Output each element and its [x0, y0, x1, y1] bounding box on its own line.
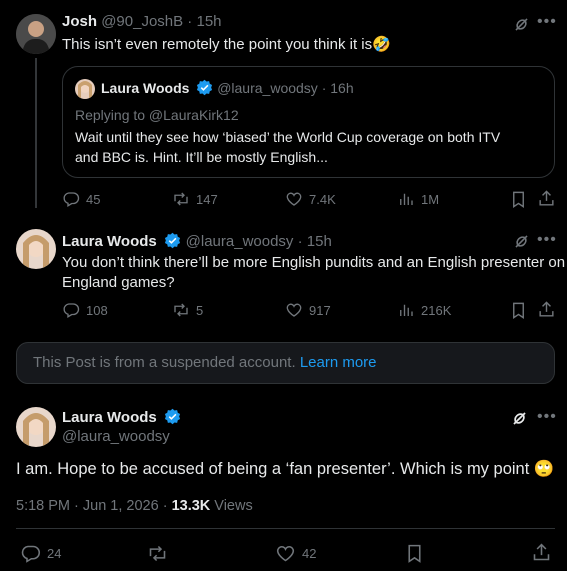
reply-icon	[63, 192, 80, 207]
heart-icon	[286, 192, 302, 206]
grok-icon[interactable]	[510, 409, 529, 433]
views-icon	[400, 304, 413, 316]
author-handle[interactable]: @laura_woodsy	[62, 428, 170, 445]
repost-button[interactable]: 147	[172, 190, 218, 208]
repost-icon	[149, 545, 166, 562]
tweet1-text: This isn’t even remotely the point you t…	[62, 36, 391, 53]
more-icon[interactable]: •••	[537, 13, 557, 31]
grok-icon[interactable]	[512, 15, 531, 39]
tweet2-text-line-1: You don’t think there’ll be more English…	[62, 254, 566, 271]
quoted-text-line-2: and BBC is. Hint. It’ll be mostly Englis…	[75, 149, 328, 165]
views-button[interactable]: 216K	[397, 301, 451, 319]
reply-icon	[21, 545, 41, 563]
quoted-author-name: Laura Woods	[101, 80, 190, 96]
bookmark-icon[interactable]	[509, 301, 528, 325]
like-button[interactable]: 7.4K	[285, 190, 336, 208]
avatar-josh[interactable]	[16, 14, 56, 54]
views-count: 13.3K	[171, 498, 211, 514]
bookmark-icon[interactable]	[509, 190, 528, 214]
post-meta: 5:18 PM · Jun 1, 2026 · 13.3K Views	[16, 498, 253, 514]
main-author-name-row: Laura Woods	[62, 408, 181, 427]
bookmark-icon[interactable]	[404, 543, 425, 569]
more-icon[interactable]: •••	[537, 231, 557, 249]
author-handle[interactable]: @laura_woodsy	[186, 233, 294, 250]
tweet2-text-line-2: England games?	[62, 274, 175, 291]
share-icon[interactable]	[531, 542, 552, 568]
avatar-laura-main[interactable]	[16, 407, 56, 447]
tweet2-header: Laura Woods @laura_woodsy · 15h	[62, 232, 332, 250]
verified-badge-icon	[165, 408, 181, 425]
repost-button[interactable]: 5	[172, 301, 203, 319]
divider	[16, 528, 555, 529]
author-name[interactable]: Laura Woods	[62, 233, 157, 250]
verified-badge-icon	[165, 232, 181, 249]
views-button[interactable]: 1M	[397, 190, 439, 208]
post-datetime[interactable]: 5:18 PM · Jun 1, 2026 ·	[16, 498, 172, 514]
quoted-text-line-1: Wait until they see how ‘biased’ the Wor…	[75, 129, 501, 145]
views-label: Views	[210, 498, 253, 514]
repost-icon	[174, 192, 188, 206]
replying-to: Replying to @LauraKirk12	[75, 107, 239, 123]
emoji: 🤣	[372, 36, 391, 53]
share-icon[interactable]	[537, 189, 556, 213]
heart-icon	[286, 303, 302, 317]
quoted-author-handle: @laura_woodsy	[217, 80, 318, 96]
more-icon[interactable]: •••	[537, 408, 557, 426]
quoted-post-time: 16h	[330, 80, 354, 96]
post-time[interactable]: 15h	[196, 13, 221, 30]
suspended-notice: This Post is from a suspended account. L…	[16, 342, 555, 384]
thread-line	[35, 58, 37, 208]
post-time[interactable]: 15h	[307, 233, 332, 250]
reply-button[interactable]: 108	[62, 301, 108, 319]
main-post-text: I am. Hope to be accused of being a ‘fan…	[16, 460, 555, 478]
verified-badge-icon	[197, 79, 213, 96]
reply-button[interactable]: 24	[20, 543, 61, 564]
tweet1-header: Josh @90_JoshB · 15h	[62, 13, 222, 30]
quoted-post[interactable]: Laura Woods @laura_woodsy · 16h Replying…	[62, 66, 555, 178]
reply-icon	[63, 303, 80, 318]
repost-button[interactable]	[147, 543, 168, 564]
avatar-laura[interactable]	[16, 229, 56, 269]
author-name[interactable]: Josh	[62, 13, 97, 30]
reply-button[interactable]: 45	[62, 190, 100, 208]
views-icon	[400, 193, 413, 205]
like-button[interactable]: 42	[275, 543, 316, 564]
author-handle[interactable]: @90_JoshB	[101, 13, 183, 30]
learn-more-link[interactable]: Learn more	[300, 354, 377, 371]
share-icon[interactable]	[537, 300, 556, 324]
heart-icon	[276, 545, 295, 562]
repost-icon	[174, 303, 188, 317]
like-button[interactable]: 917	[285, 301, 331, 319]
quoted-avatar	[75, 79, 95, 99]
emoji: 🙄	[533, 460, 555, 478]
author-name[interactable]: Laura Woods	[62, 409, 157, 426]
